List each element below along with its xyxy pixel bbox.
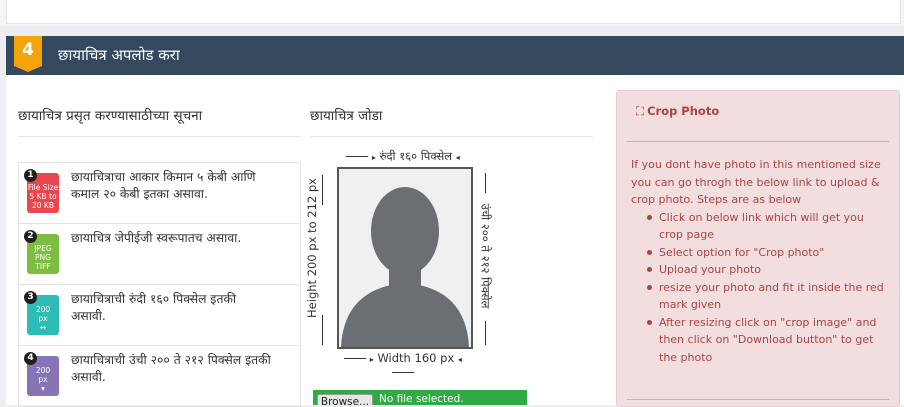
icon-label: JPEG [34, 244, 52, 253]
crop-steps: Click on below link which will get you c… [631, 209, 889, 367]
photo-placeholder [337, 167, 473, 349]
instruction-text: छायाचित्राचा आकार किमान ५ केबी आणि कमाल … [71, 170, 256, 201]
crop-photo-panel: ⛶ Crop Photo If you dont have photo in th… [616, 90, 900, 407]
icon-label: px [38, 375, 48, 384]
crop-divider-top [627, 141, 889, 142]
left-arrow-line-bottom [322, 315, 323, 345]
photo-guide: ▸ रुंदी १६० पिक्सेल ◂ Height 200 px to 2… [305, 145, 493, 373]
icon-label: TIFF [35, 262, 51, 271]
crop-step: Upload your photo [647, 261, 889, 279]
right-arrow-line-top [485, 173, 486, 193]
instructions-list: 1 File Size 5 KB to 20 KB छायाचित्राचा आकार … [18, 162, 301, 407]
icon-label: File Size [27, 183, 59, 192]
width-bottom-label: Width 160 px [377, 351, 455, 365]
top-strip [0, 0, 904, 26]
crop-instructions: If you dont have photo in this mentioned… [631, 156, 889, 366]
icon-label: PNG [35, 253, 51, 262]
width-top-label: रुंदी १६० पिक्सेल [379, 149, 453, 163]
crop-step: After resizing click on "crop image" and… [647, 314, 889, 367]
height-left-label: Height 200 px to 212 px [305, 178, 319, 318]
instruction-text: छायाचित्र जेपीईजी स्वरूपातच असावा. [71, 231, 242, 245]
crop-title-text: Crop Photo [647, 104, 720, 118]
crop-intro: If you dont have photo in this mentioned… [631, 158, 881, 206]
browse-button[interactable]: Browse... [317, 394, 373, 405]
instruction-text: छायाचित्राची उंची २०० ते २१२ पिक्सेल इतक… [71, 353, 271, 384]
instruction-number-badge: 3 [24, 291, 37, 304]
instruction-number-badge: 4 [24, 352, 37, 365]
instructions-heading: छायाचित्र प्रसृत करण्यासाठीच्या सूचना [18, 75, 301, 137]
section-title: छायाचित्र अपलोड करा [58, 46, 180, 64]
icon-label: ▾ [41, 384, 45, 393]
right-arrow-line-bottom [485, 321, 486, 345]
height-right-label: उंची २०० ते २१२ पिक्सेल [478, 203, 493, 309]
left-arrow-line-top [322, 175, 323, 205]
top-empty-panel [6, 0, 901, 24]
instruction-item: 3 200 px ↔ छायाचित्राची रुंदी १६० पिक्सेल इत… [19, 285, 300, 346]
person-silhouette-icon [339, 169, 471, 347]
crop-step: Select option for "Crop photo" [647, 244, 889, 262]
icon-label: 200 [35, 305, 51, 314]
instruction-item: 1 File Size 5 KB to 20 KB छायाचित्राचा आकार … [19, 163, 300, 224]
attach-column: छायाचित्र जोडा [310, 75, 593, 137]
width-guide-bottom: ▸ Width 160 px ◂ [335, 351, 471, 379]
attach-heading: छायाचित्र जोडा [310, 75, 593, 137]
crop-step: Click on below link which will get you c… [647, 209, 889, 244]
instruction-number-badge: 1 [24, 169, 37, 182]
file-input[interactable]: Browse... No file selected. [313, 390, 527, 405]
instruction-number-badge: 2 [24, 230, 37, 243]
instruction-text: छायाचित्राची रुंदी १६० पिक्सेल इतकी असाव… [71, 292, 237, 323]
no-file-label: No file selected. [379, 393, 464, 405]
section-number-badge: 4 [14, 36, 42, 72]
crop-icon: ⛶ [636, 104, 645, 118]
crop-step: resize your photo and fit it inside the … [647, 279, 889, 314]
icon-label: 5 KB to [29, 192, 57, 201]
section-header: 4 छायाचित्र अपलोड करा [6, 36, 904, 75]
crop-photo-title: ⛶ Crop Photo [636, 104, 719, 119]
instruction-item: 4 200 px ▾ छायाचित्राची उंची २०० ते २१२ पिक्… [19, 346, 300, 406]
instructions-column: छायाचित्र प्रसृत करण्यासाठीच्या सूचना 1F… [18, 75, 301, 407]
icon-label: 200 [35, 366, 51, 375]
icon-label: 20 KB [32, 201, 54, 210]
crop-divider-bottom [627, 399, 889, 400]
icon-label: ↔ [39, 323, 47, 332]
instruction-item: 2 JPEG PNG TIFF छायाचित्र जेपीईजी स्वरूपातच … [19, 224, 300, 285]
icon-label: px [38, 314, 48, 323]
